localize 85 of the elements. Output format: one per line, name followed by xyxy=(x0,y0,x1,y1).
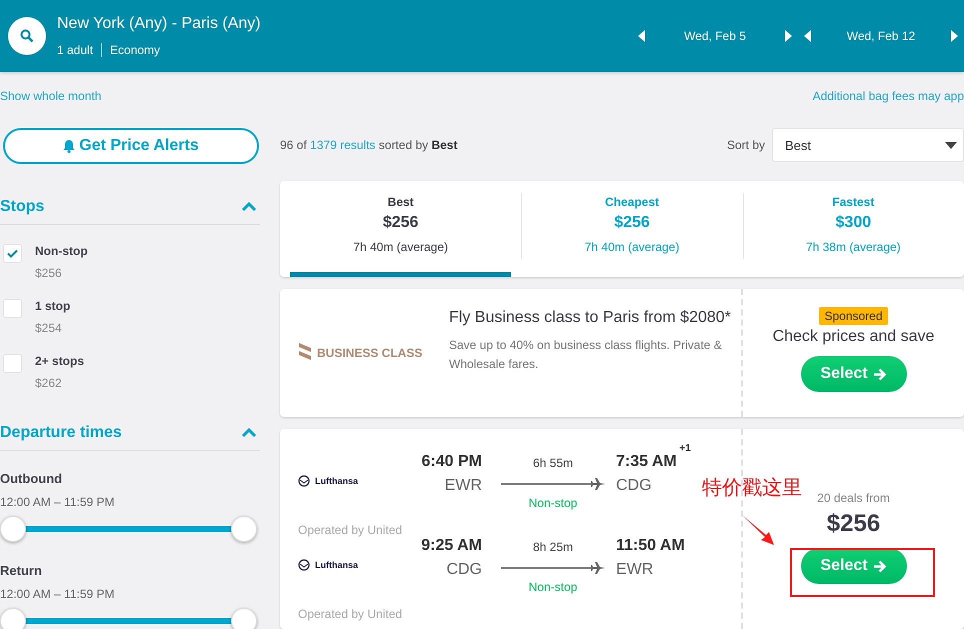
sponsored-badge: Sponsored xyxy=(819,307,888,325)
select-button[interactable]: Select xyxy=(800,548,906,584)
operated-by: Operated by United xyxy=(298,523,404,537)
business-class-logo: BUSINESS CLASS xyxy=(280,289,449,417)
caret-icon xyxy=(945,142,957,148)
ad-cta: Check prices and save xyxy=(772,328,934,346)
time-range: 12:00 AM – 11:59 PM xyxy=(0,587,116,601)
price: $256 xyxy=(826,510,880,538)
arrival-time: 11:50 AM xyxy=(616,537,685,555)
arrow-right-icon xyxy=(872,368,887,380)
option-label: 1 stop xyxy=(35,299,70,313)
option-label: 2+ stops xyxy=(35,354,84,368)
stops-label: Non-stop xyxy=(528,580,578,594)
results-link[interactable]: 1379 results xyxy=(310,138,376,152)
slider-handle[interactable] xyxy=(231,608,257,629)
slider-label: Outbound xyxy=(0,471,64,486)
date-label[interactable]: Wed, Feb 5 xyxy=(651,29,779,43)
day-offset: +1 xyxy=(679,443,691,454)
cabin-class[interactable]: Economy xyxy=(110,43,160,57)
departure-time: 9:25 AM xyxy=(421,537,482,555)
option-price: $256 xyxy=(35,266,63,280)
range-slider[interactable] xyxy=(0,515,257,543)
search-button[interactable] xyxy=(8,17,46,55)
slider-handle[interactable] xyxy=(0,516,26,542)
flight-duration: 6h 55m xyxy=(532,456,574,470)
time-range: 12:00 AM – 11:59 PM xyxy=(0,495,116,509)
flight-line-icon xyxy=(501,478,605,490)
tab-price: $300 xyxy=(836,214,872,232)
filter-heading: Stops xyxy=(0,198,44,216)
airline-logo: Lufthansa xyxy=(298,475,420,487)
check-icon xyxy=(7,249,18,258)
range-slider[interactable] xyxy=(0,607,257,629)
operated-by: Operated by United xyxy=(298,607,404,621)
stops-label: Non-stop xyxy=(528,496,578,510)
flight-duration: 8h 25m xyxy=(532,540,574,554)
annotation-arrow xyxy=(742,515,774,545)
tab-label: Fastest xyxy=(832,195,874,209)
bell-icon xyxy=(63,139,76,153)
sort-tab[interactable]: Cheapest $256 7h 40m (average) xyxy=(521,181,743,277)
tab-price: $256 xyxy=(614,214,650,232)
chevron-up-icon[interactable] xyxy=(241,202,257,212)
slider-handle[interactable] xyxy=(0,608,26,629)
annotation-text: 特价戳这里 xyxy=(702,476,802,501)
results-summary: 96 of 1379 results sorted by Best xyxy=(280,138,458,152)
checkbox[interactable] xyxy=(3,354,22,373)
airport-code: EWR xyxy=(616,561,654,579)
airport-code: CDG xyxy=(446,561,482,579)
airport-code: EWR xyxy=(444,477,482,495)
route-title[interactable]: New York (Any) - Paris (Any) xyxy=(57,15,632,33)
airline-logo: Lufthansa xyxy=(298,559,420,571)
option-label: Non-stop xyxy=(35,244,88,258)
departure-time: 6:40 PM xyxy=(422,453,482,471)
tab-label: Cheapest xyxy=(604,195,659,209)
checkbox[interactable] xyxy=(3,299,22,318)
flight-line-icon xyxy=(501,562,605,574)
chevron-up-icon[interactable] xyxy=(241,428,257,438)
passenger-count[interactable]: 1 adult xyxy=(57,43,94,57)
sort-tab[interactable]: Fastest $300 7h 38m (average) xyxy=(742,181,964,277)
tab-duration: 7h 40m (average) xyxy=(353,240,448,254)
ad-title: Fly Business class to Paris from $2080* xyxy=(449,309,732,327)
checkbox[interactable] xyxy=(3,244,22,263)
tab-duration: 7h 40m (average) xyxy=(584,240,680,254)
sort-label: Sort by xyxy=(726,138,765,152)
deals-count: 20 deals from xyxy=(817,491,890,505)
tab-label: Best xyxy=(388,195,414,209)
search-icon xyxy=(20,29,34,43)
tab-price: $256 xyxy=(382,214,418,232)
filter-heading: Departure times xyxy=(0,424,122,442)
option-price: $262 xyxy=(35,376,63,390)
bag-fees-link[interactable]: Additional bag fees may app xyxy=(812,89,964,111)
show-month-link[interactable]: Show whole month xyxy=(0,89,102,111)
option-price: $254 xyxy=(35,321,63,335)
arrival-time: 7:35 AM xyxy=(616,453,677,471)
price-alerts-button[interactable]: Get Price Alerts xyxy=(3,128,259,164)
sort-dropdown[interactable]: Best xyxy=(772,128,964,162)
arrow-right-icon xyxy=(872,560,887,572)
slider-label: Return xyxy=(0,563,43,578)
slider-handle[interactable] xyxy=(231,516,257,542)
ad-description: Save up to 40% on business class flights. Private & Wholesale fares. xyxy=(449,337,723,373)
tab-duration: 7h 38m (average) xyxy=(806,240,901,254)
select-button[interactable]: Select xyxy=(800,356,906,392)
date-label[interactable]: Wed, Feb 12 xyxy=(817,29,945,43)
airport-code: CDG xyxy=(616,477,653,495)
logo-icon xyxy=(299,343,311,363)
sort-tab[interactable]: Best $256 7h 40m (average) xyxy=(290,181,512,277)
